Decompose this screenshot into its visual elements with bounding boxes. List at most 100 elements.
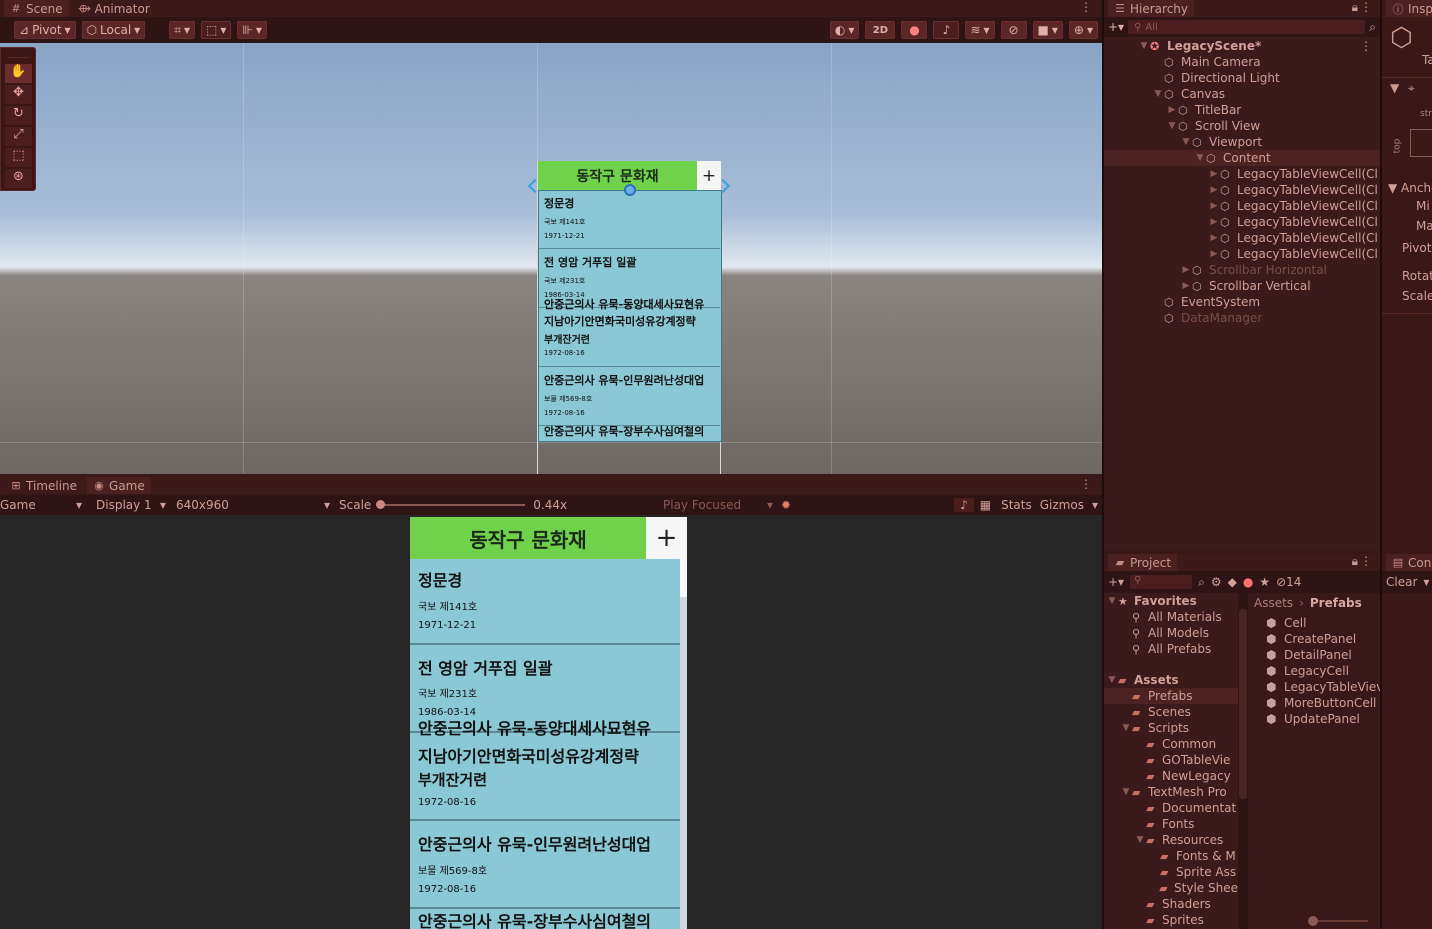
tab-scene[interactable]: # Scene [4, 0, 69, 17]
scrollbar-thumb[interactable] [1239, 609, 1247, 799]
palette-handle[interactable] [7, 50, 29, 58]
project-tree-item[interactable]: ▰ Fonts [1104, 816, 1238, 832]
hand-tool-icon[interactable]: ✋ [5, 64, 32, 83]
gizmos-dropdown[interactable]: ⊕ ▾ [1068, 21, 1098, 39]
project-tree-item[interactable]: ▰ Scenes [1104, 704, 1238, 720]
favorite-star-icon[interactable]: ★ [1259, 575, 1270, 589]
pivot-handle-icon[interactable] [624, 184, 636, 196]
hierarchy-item[interactable]: ▶ ⬡ LegacyTableViewCell(Cl [1104, 198, 1380, 214]
transform-tool-icon[interactable]: ⊛ [5, 169, 32, 188]
hierarchy-item[interactable]: ▶ ⬡ LegacyTableViewCell(Cl [1104, 246, 1380, 262]
move-tool-icon[interactable]: ✥ [5, 85, 32, 104]
label-icon[interactable]: ◆ [1228, 575, 1237, 589]
expand-arrow-icon[interactable]: ▶ [1208, 233, 1220, 243]
project-tree-item[interactable]: ▰ Style Shee [1104, 880, 1238, 896]
prefab-item[interactable]: ⬢ LegacyTableViev [1266, 679, 1380, 695]
project-tree-item[interactable]: ⚲ All Prefabs [1104, 641, 1238, 657]
scale-slider-thumb[interactable] [376, 500, 386, 509]
project-tree-item[interactable]: ▰ Prefabs [1104, 688, 1238, 704]
prefab-item[interactable]: ⬢ UpdatePanel [1266, 711, 1380, 727]
scene-menu-icon[interactable]: ⋮ [1360, 39, 1380, 53]
collapse-arrow-icon[interactable]: ▼ [1390, 81, 1399, 95]
camera-dropdown[interactable]: ■ ▾ [1032, 21, 1063, 39]
hierarchy-item[interactable]: ⬡ DataManager [1104, 310, 1380, 326]
more-menu-icon[interactable]: ⋮ [1360, 554, 1372, 568]
local-dropdown[interactable]: ⬡ Local ▾ [81, 21, 146, 39]
tab-console[interactable]: ▤Cons [1386, 554, 1432, 571]
error-icon[interactable]: ● [1243, 575, 1253, 589]
tab-game[interactable]: ◉ Game [87, 477, 151, 494]
hierarchy-item[interactable]: ▼ ⬡ Canvas [1104, 86, 1380, 102]
hierarchy-search-input[interactable]: ⚲ All [1128, 20, 1366, 34]
display-dropdown[interactable]: Display 1 ▾ [86, 498, 170, 512]
game-screen[interactable]: 동작구 문화재 + 정문경 국보 제141호 1971-12-21 전 영암 거… [410, 517, 687, 929]
expand-arrow-icon[interactable]: ▶ [1208, 249, 1220, 259]
project-tree-item[interactable]: ▰ GOTableVie [1104, 752, 1238, 768]
prefab-item[interactable]: ⬢ Cell [1266, 615, 1380, 631]
project-search-input[interactable]: ⚲ [1130, 575, 1193, 589]
project-tree-item[interactable]: ▼ ▰ TextMesh Pro [1104, 784, 1238, 800]
expand-arrow-icon[interactable]: ▶ [1180, 265, 1192, 275]
mute-audio-icon[interactable]: ♪ [954, 498, 974, 512]
toggle-2d-button[interactable]: 2D [865, 21, 896, 39]
create-dropdown-icon[interactable]: +▾ [1108, 575, 1124, 589]
hierarchy-item[interactable]: ⬡ EventSystem [1104, 294, 1380, 310]
anchor-preset-button[interactable] [1410, 129, 1432, 157]
hierarchy-item[interactable]: ▶ ⬡ LegacyTableViewCell(Cl [1104, 182, 1380, 198]
project-tree-item[interactable]: ▰ Fonts & M [1104, 848, 1238, 864]
expand-arrow-icon[interactable]: ▶ [1208, 169, 1220, 179]
hidden-packages-icon[interactable]: ⊘14 [1276, 575, 1301, 589]
scene-titlebar[interactable]: 동작구 문화재 [538, 161, 697, 190]
scale-tool-icon[interactable]: ⤢ [5, 127, 32, 146]
table-cell[interactable]: 전 영암 거푸집 일괄 국보 제231호 1986-03-14 안중근의사 유묵… [410, 647, 680, 738]
expand-arrow-icon[interactable]: ▼ [1138, 41, 1150, 51]
anchors-foldout[interactable]: ▼ Ancho [1388, 181, 1432, 195]
aspect-icon[interactable]: ▦ [974, 498, 997, 512]
vertical-scrollbar[interactable] [680, 559, 687, 929]
scene-cell[interactable]: 전 영암 거푸집 일괄 국보 제231호 1986-03-14 안중근의사 유묵… [539, 250, 720, 311]
breadcrumb-assets[interactable]: Assets [1254, 596, 1293, 610]
project-tree-item[interactable]: ⚲ All Materials [1104, 609, 1238, 625]
lighting-toggle[interactable]: ● [901, 21, 928, 39]
tab-project[interactable]: ▰ Project [1108, 554, 1178, 571]
search-by-type-icon[interactable]: ⌕ [1198, 575, 1205, 590]
project-tree-item[interactable]: ▰ Documentat [1104, 800, 1238, 816]
hierarchy-item[interactable]: ▼ ⬡ Viewport [1104, 134, 1380, 150]
prefab-item[interactable]: ⬢ CreatePanel [1266, 631, 1380, 647]
effects-dropdown[interactable]: ≋ ▾ [965, 21, 995, 39]
bug-icon[interactable]: ✹ [781, 498, 791, 512]
grid-visibility-button[interactable]: ⬚ ▾ [200, 21, 232, 39]
table-cell[interactable]: 안중근의사 유묵-인무원려난성대업 보물 제569-8호 1972-08-16 [410, 823, 680, 909]
lock-icon[interactable]: 🔒︎ [1352, 0, 1358, 15]
draw-mode-dropdown[interactable]: ◐ ▾ [829, 21, 860, 39]
expand-arrow-icon[interactable]: ▶ [1208, 217, 1220, 227]
hierarchy-item[interactable]: ▶ ⬡ LegacyTableViewCell(Cl [1104, 230, 1380, 246]
hierarchy-item[interactable]: ▶ ⬡ LegacyTableViewCell(Cl [1104, 214, 1380, 230]
scene-cell[interactable]: 지남아기안면화국미성유강계정략 부개잔거련 1972-08-16 [539, 309, 720, 367]
stats-button[interactable]: Stats [997, 498, 1036, 512]
game-scroll-content[interactable]: 정문경 국보 제141호 1971-12-21 전 영암 거푸집 일괄 국보 제… [410, 559, 687, 929]
scene-cell[interactable]: 안중근의사 유묵-장부수사심여철의 [539, 421, 720, 441]
hierarchy-item[interactable]: ⬡ Main Camera [1104, 54, 1380, 70]
pivot-dropdown[interactable]: ⊿ Pivot ▾ [14, 21, 76, 39]
hierarchy-item[interactable]: ▼ ✪ LegacyScene* ⋮ [1104, 38, 1380, 54]
rect-tool-icon[interactable]: ⬚ [5, 148, 32, 167]
project-tree-item[interactable]: ▼ ▰ Resources [1104, 832, 1238, 848]
grid-snap-button[interactable]: ⌗ ▾ [169, 21, 195, 39]
audio-toggle[interactable]: ♪ [933, 21, 960, 39]
expand-arrow-icon[interactable]: ▶ [1208, 185, 1220, 195]
add-button[interactable]: + [646, 517, 687, 559]
expand-arrow-icon[interactable]: ▼ [1180, 137, 1192, 147]
expand-arrow-icon[interactable]: ▼ [1106, 675, 1118, 685]
project-tree-item[interactable]: ▰ Sprite Ass [1104, 864, 1238, 880]
prefab-item[interactable]: ⬢ LegacyCell [1266, 663, 1380, 679]
hierarchy-item[interactable]: ▶ ⬡ LegacyTableViewCell(Cl [1104, 166, 1380, 182]
hierarchy-item[interactable]: ▶ ⬡ Scrollbar Vertical [1104, 278, 1380, 294]
gizmos-dropdown-icon[interactable]: ▾ [1088, 498, 1102, 512]
more-menu-icon[interactable]: ⋮ [1080, 477, 1092, 491]
project-tree-item[interactable]: ▼ ★ Favorites [1104, 593, 1238, 609]
hierarchy-item[interactable]: ▶ ⬡ TitleBar [1104, 102, 1380, 118]
project-tree-scrollbar[interactable] [1238, 593, 1248, 929]
tab-timeline[interactable]: ⊞ Timeline [4, 477, 83, 494]
hierarchy-item[interactable]: ▼ ⬡ Content [1104, 150, 1380, 166]
